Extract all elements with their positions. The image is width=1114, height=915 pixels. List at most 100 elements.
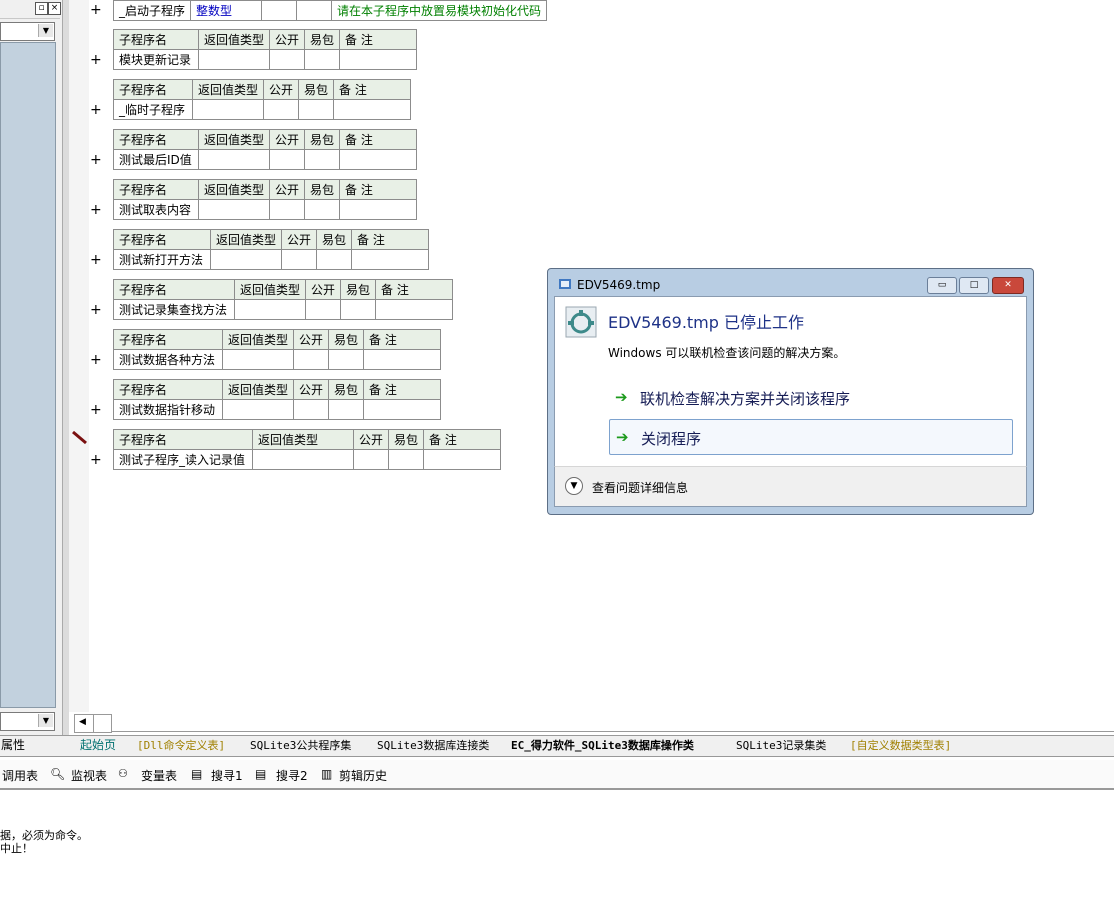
app-icon — [559, 279, 571, 289]
close-icon[interactable]: × — [48, 2, 61, 15]
expand-icon[interactable]: + — [90, 353, 102, 367]
view-details-link[interactable]: 查看问题详细信息 — [592, 479, 688, 496]
header-return-type: 返回值类型 — [252, 429, 354, 450]
left-panel-list[interactable] — [0, 42, 56, 708]
tab-ec-sqlite3-operations[interactable]: EC_得力软件_SQLite3数据库操作类 — [511, 737, 694, 754]
header-public: 公开 — [281, 229, 318, 250]
header-note: 备 注 — [339, 29, 418, 50]
option-label: 联机检查解决方案并关闭该程序 — [640, 390, 851, 408]
output-panel[interactable]: 据，必须为命令。 中止！ — [0, 792, 1114, 915]
clip-history-button[interactable]: 剪辑历史 — [339, 767, 387, 784]
header-easy-pkg: 易包 — [316, 229, 353, 250]
header-return-type: 返回值类型 — [197, 29, 271, 50]
header-name: 子程序名 — [113, 429, 253, 450]
subroutine-table[interactable]: 子程序名 返回值类型 公开 易包备 注 测试取表内容 — [113, 179, 418, 220]
expand-icon[interactable]: + — [90, 453, 102, 467]
header-easy-pkg: 易包 — [304, 129, 341, 150]
expand-icon[interactable]: + — [90, 203, 102, 217]
header-return-type: 返回值类型 — [221, 379, 295, 400]
note-cell: 请在本子程序中放置易模块初始化代码 — [331, 0, 548, 21]
header-name: 子程序名 — [113, 29, 199, 50]
call-table-button[interactable]: 调用表 — [2, 767, 38, 784]
header-public: 公开 — [269, 29, 306, 50]
left-panel-titlebar: ▫ × — [0, 0, 61, 19]
tab-dll-commands[interactable]: [Dll命令定义表] — [137, 737, 225, 754]
restore-icon[interactable]: ▫ — [35, 2, 48, 15]
header-note: 备 注 — [375, 279, 454, 300]
chevron-down-icon: ▼ — [38, 24, 53, 37]
header-name: 子程序名 — [113, 379, 223, 400]
subroutine-table[interactable]: 子程序名 返回值类型 公开 易包备 注 模块更新记录 — [113, 29, 418, 70]
dialog-description: Windows 可以联机检查该问题的解决方案。 — [608, 346, 846, 360]
horizontal-scrollbar[interactable]: ◀ — [74, 714, 112, 733]
subroutine-table[interactable]: 子程序名 返回值类型 公开 易包备 注 测试最后ID值 — [113, 129, 418, 170]
subroutine-table[interactable]: 子程序名 返回值类型 公开 易包备 注 测试新打开方法 — [113, 229, 430, 270]
check-online-and-close-button[interactable]: ➔ 联机检查解决方案并关闭该程序 — [609, 380, 1011, 414]
header-public: 公开 — [352, 429, 390, 450]
document-tabbar: 属性 起始页 [Dll命令定义表] SQLite3公共程序集 SQLite3数据… — [0, 735, 1114, 757]
tab-sqlite3-common[interactable]: SQLite3公共程序集 — [250, 737, 351, 754]
tab-sqlite3-recordset[interactable]: SQLite3记录集类 — [736, 737, 826, 754]
header-easy-pkg: 易包 — [328, 379, 365, 400]
tab-sqlite3-connection[interactable]: SQLite3数据库连接类 — [377, 737, 489, 754]
close-button[interactable]: ✕ — [992, 277, 1024, 294]
variable-table-button[interactable]: 变量表 — [141, 767, 177, 784]
maximize-button[interactable]: □ — [959, 277, 989, 294]
header-note: 备 注 — [363, 379, 442, 400]
dialog-heading: EDV5469.tmp 已停止工作 — [608, 313, 805, 332]
editor-gutter — [69, 0, 89, 712]
subroutine-name[interactable]: 测试子程序_读入记录值 — [113, 449, 253, 470]
header-public: 公开 — [293, 379, 330, 400]
left-panel-dropdown[interactable]: ▼ — [0, 22, 55, 41]
header-name: 子程序名 — [113, 279, 235, 300]
subroutine-name[interactable]: 测试取表内容 — [113, 199, 199, 220]
expand-icon[interactable]: + — [90, 53, 102, 67]
arrow-right-icon: ➔ — [615, 388, 628, 406]
expand-icon[interactable]: + — [90, 153, 102, 167]
subroutine-name[interactable]: 测试数据各种方法 — [113, 349, 223, 370]
subroutine-table[interactable]: 子程序名 返回值类型 公开 易包备 注 测试数据各种方法 — [113, 329, 442, 370]
subroutine-table[interactable]: 子程序名 返回值类型 公开 易包备 注 测试记录集查找方法 — [113, 279, 454, 320]
subroutine-name[interactable]: 测试记录集查找方法 — [113, 299, 235, 320]
watch-table-button[interactable]: 监视表 — [71, 767, 107, 784]
subroutine-name[interactable]: _临时子程序 — [113, 99, 193, 120]
expand-icon[interactable]: + — [90, 303, 102, 317]
minimize-button[interactable]: ▭ — [927, 277, 957, 294]
search2-button[interactable]: 搜寻2 — [276, 767, 308, 784]
easy-pkg-cell — [296, 0, 333, 21]
header-note: 备 注 — [363, 329, 442, 350]
search-icon: ▤ — [255, 767, 267, 781]
close-program-button[interactable]: ➔ 关闭程序 — [609, 419, 1013, 455]
expand-icon[interactable]: + — [90, 403, 102, 417]
tab-start-page[interactable]: 起始页 — [80, 737, 116, 754]
subroutine-table[interactable]: 子程序名 返回值类型 公开 易包备 注 _临时子程序 — [113, 79, 412, 120]
subroutine-name[interactable]: 测试数据指针移动 — [113, 399, 223, 420]
header-name: 子程序名 — [113, 329, 223, 350]
subroutine-name[interactable]: 测试最后ID值 — [113, 149, 199, 170]
expand-icon[interactable]: + — [90, 103, 102, 117]
subroutine-table[interactable]: 子程序名 返回值类型 公开 易包备 注 测试子程序_读入记录值 — [113, 429, 502, 470]
search1-button[interactable]: 搜寻1 — [211, 767, 243, 784]
header-easy-pkg: 易包 — [388, 429, 425, 450]
clipboard-icon: ▥ — [321, 767, 333, 781]
header-easy-pkg: 易包 — [298, 79, 335, 100]
header-name: 子程序名 — [113, 79, 193, 100]
header-easy-pkg: 易包 — [304, 179, 341, 200]
chevron-down-icon[interactable]: ▼ — [565, 477, 583, 495]
stopped-program-icon — [565, 306, 597, 338]
tab-custom-types[interactable]: [自定义数据类型表] — [850, 737, 951, 754]
return-type: 整数型 — [190, 0, 263, 21]
variables-icon: ⚇ — [118, 767, 128, 780]
scroll-left-icon[interactable]: ◀ — [79, 717, 86, 727]
subroutine-name[interactable]: 模块更新记录 — [113, 49, 199, 70]
left-panel-bottom-dropdown[interactable]: ▼ — [0, 712, 55, 731]
header-name: 子程序名 — [113, 179, 199, 200]
subroutine-table[interactable]: 子程序名 返回值类型 公开 易包备 注 测试数据指针移动 — [113, 379, 442, 420]
subroutine-name[interactable]: 测试新打开方法 — [113, 249, 211, 270]
tab-properties[interactable]: 属性 — [1, 737, 25, 754]
header-name: 子程序名 — [113, 229, 211, 250]
startup-subroutine-table[interactable]: _启动子程序 整数型 请在本子程序中放置易模块初始化代码 — [112, 0, 548, 21]
expand-icon[interactable]: + — [90, 3, 102, 17]
expand-icon[interactable]: + — [90, 253, 102, 267]
header-note: 备 注 — [339, 179, 418, 200]
